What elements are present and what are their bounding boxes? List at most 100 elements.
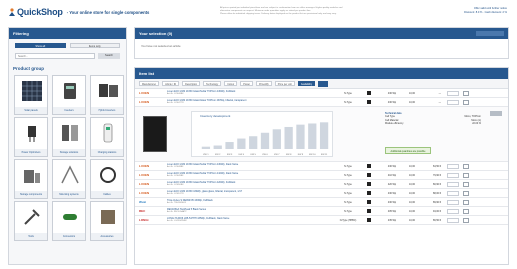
item-description[interactable]: Luxen ECO LNM 1F330 Glass/Tedlar TOPCon … (167, 163, 339, 169)
column-filter[interactable]: Manufacturer (139, 81, 160, 86)
column-filter[interactable]: Price per unit (274, 81, 295, 86)
table-row[interactable]: Wuxi Trina Vertex S DE09R.05 430Wp, Fullb… (135, 198, 508, 207)
product-group-label: Hybrid inverters (91, 107, 123, 114)
product-group-tile[interactable]: Storage solutions (52, 117, 86, 157)
add-to-cart-icon[interactable] (463, 208, 469, 214)
close-detail-button[interactable] (490, 111, 502, 116)
x-tick-label: KW 11 (321, 154, 328, 156)
module-image (143, 116, 167, 152)
item-list-panel: Item list Manufacturer Article / ID Descri… (134, 67, 509, 265)
item-description[interactable]: Trina Vertex S DE09R.05 430Wp, Fullblack… (167, 199, 339, 205)
filter-panel: Filtering Show all Items only Search Pro… (8, 27, 127, 265)
table-row[interactable]: REC REC405AA TwinPeak 5 Black Series Art.-… (135, 207, 508, 216)
product-group-tile[interactable]: Storage components (14, 159, 48, 199)
product-group-label: Cables (91, 191, 123, 198)
quantity-input[interactable] (447, 163, 459, 169)
add-to-cart-icon[interactable] (463, 172, 469, 178)
table-row[interactable]: LUXEN Luxen ECO LNM 1F330 430Wp, glass gl… (135, 189, 508, 198)
product-group-tile[interactable]: Power Optimizers (14, 117, 48, 157)
table-row[interactable]: LUXEN Luxen ECO LNM 1F330 Glass/Tedlar TO… (135, 162, 508, 171)
product-group-tile[interactable]: Cables (90, 159, 124, 199)
item-description[interactable]: LONGi Hi-MO6 LR5-54HTH 435Wp, Fullblack,… (167, 217, 339, 223)
spec-value: 22.00 % (472, 122, 481, 126)
table-row[interactable]: LONGi LONGi Hi-MO6 LR5-54HTH 435Wp, Fullb… (135, 216, 508, 225)
quantity-input[interactable] (447, 99, 459, 105)
hybrid-inverter-icon (97, 80, 119, 102)
x-tick-label: KW 1 (203, 154, 209, 156)
add-to-cart-icon[interactable] (463, 217, 469, 223)
item-description[interactable]: Luxen ECO LNM 1F330 Glass/Tedlar TOPCon … (167, 172, 339, 178)
brand-logo: LUXEN (139, 182, 150, 186)
quantity-input[interactable] (447, 199, 459, 205)
quantity-input[interactable] (447, 90, 459, 96)
x-tick-label: KW 7 (274, 154, 280, 156)
add-to-cart-icon[interactable] (463, 190, 469, 196)
item-number: Art.-Nr. REC405AATP (167, 211, 187, 213)
table-row[interactable]: LUXEN Luxen ECO LNM 1F330 Glass/Tedlar TO… (135, 171, 508, 180)
x-tick-label: KW 3 (227, 154, 233, 156)
brand-logo: LUXEN (139, 100, 150, 104)
item-description[interactable]: Luxen ECO LNM 1F330 Glass/Glass TOPCon 4… (167, 99, 339, 105)
colour-swatch (367, 100, 371, 104)
product-group-tile[interactable]: Hybrid inverters (90, 75, 124, 115)
add-to-cart-icon[interactable] (463, 163, 469, 169)
add-to-cart-icon[interactable] (463, 90, 469, 96)
column-filter[interactable]: Price/Wp (256, 81, 272, 86)
item-description[interactable]: Luxen ECO LNM 1F330 Glass/Tedlar TOPCon … (167, 90, 339, 96)
price-notice: All prices quoted per individual piece/i… (220, 7, 343, 15)
quantity-input[interactable] (447, 190, 459, 196)
column-filter[interactable]: Power (240, 81, 254, 86)
product-group-tile[interactable]: Tools (14, 201, 48, 241)
product-group-tile[interactable]: Mounting systems (52, 159, 86, 199)
item-description[interactable]: Luxen ECO LNM 1F330 430Wp, glass glass, … (167, 190, 339, 196)
table-row[interactable]: LUXEN Luxen ECO LNM 1F330 Glass/Glass TOP… (135, 98, 508, 107)
tab-items-only[interactable]: Items only (69, 43, 120, 48)
product-group-tile[interactable]: Charging stations (90, 117, 124, 157)
logo[interactable]: QuickShop - Your online store for single… (8, 7, 149, 17)
quantity-input[interactable] (447, 181, 459, 187)
chart-bar (237, 138, 246, 149)
product-group-tile[interactable]: Connectors (52, 201, 86, 241)
column-filter[interactable]: Article / ID (162, 81, 180, 86)
product-group-tile[interactable]: Accessories (90, 201, 124, 241)
item-description[interactable]: Luxen ECO LNM 1F330 Glass/Tedlar TOPCon … (167, 181, 339, 187)
add-to-cart-icon[interactable] (463, 99, 469, 105)
add-to-cart-icon[interactable] (463, 199, 469, 205)
item-number: Art.-Nr. LO435HTHBK (167, 220, 187, 222)
product-group-label: Tools (15, 233, 47, 240)
quantity-input[interactable] (447, 217, 459, 223)
column-filter[interactable]: Availability (297, 81, 316, 86)
column-filter[interactable]: Description (182, 81, 201, 86)
search-row: Search (9, 52, 126, 63)
quantity: 10,00 (409, 91, 415, 95)
product-group-tile[interactable]: Inverters (52, 75, 86, 115)
table-row[interactable]: LUXEN Luxen ECO LNM 1F330 Glass/Tedlar TO… (135, 180, 508, 189)
top-bar: QuickShop - Your online store for single… (8, 4, 509, 22)
table-row[interactable]: LUXEN Luxen ECO LNM 1F330 Glass/Tedlar TO… (135, 89, 508, 98)
column-filter[interactable]: Colour (224, 81, 238, 86)
inventory-chart: Inventory development KW 1 KW 2 KW 3 KW 4 KW … (191, 111, 333, 157)
tab-show-all[interactable]: Show all (15, 43, 66, 48)
product-group-label: Accessories (91, 233, 123, 240)
cart-icon[interactable] (318, 80, 329, 87)
column-filter[interactable]: Technology (203, 81, 222, 86)
product-group-label: Charging stations (91, 149, 123, 156)
product-group-tile[interactable]: Solar panels (14, 75, 48, 115)
item-number: Art.-Nr. TR0430DE09 (167, 202, 186, 204)
selection-action-button[interactable] (476, 31, 504, 36)
power: 405 Wp (387, 209, 397, 213)
chart-title: Inventory development (200, 114, 231, 118)
power: 420 Wp (387, 182, 397, 186)
quantity-input[interactable] (447, 208, 459, 214)
search-input[interactable] (15, 53, 95, 59)
brand-logo: LUXEN (139, 191, 150, 195)
product-group-label: Storage components (15, 191, 47, 198)
additional-quantities-button[interactable]: Additional quantities are possible (385, 147, 431, 154)
quantity-input[interactable] (447, 172, 459, 178)
power: 410 Wp (387, 173, 397, 177)
selection-panel-header: Your selection (0) (135, 28, 508, 39)
item-description[interactable]: REC405AA TwinPeak 5 Black Series Art.-Nr.… (167, 208, 339, 214)
add-to-cart-icon[interactable] (463, 181, 469, 187)
search-button[interactable]: Search (98, 53, 120, 59)
item-rows-bottom: LUXEN Luxen ECO LNM 1F330 Glass/Tedlar TO… (135, 162, 508, 225)
